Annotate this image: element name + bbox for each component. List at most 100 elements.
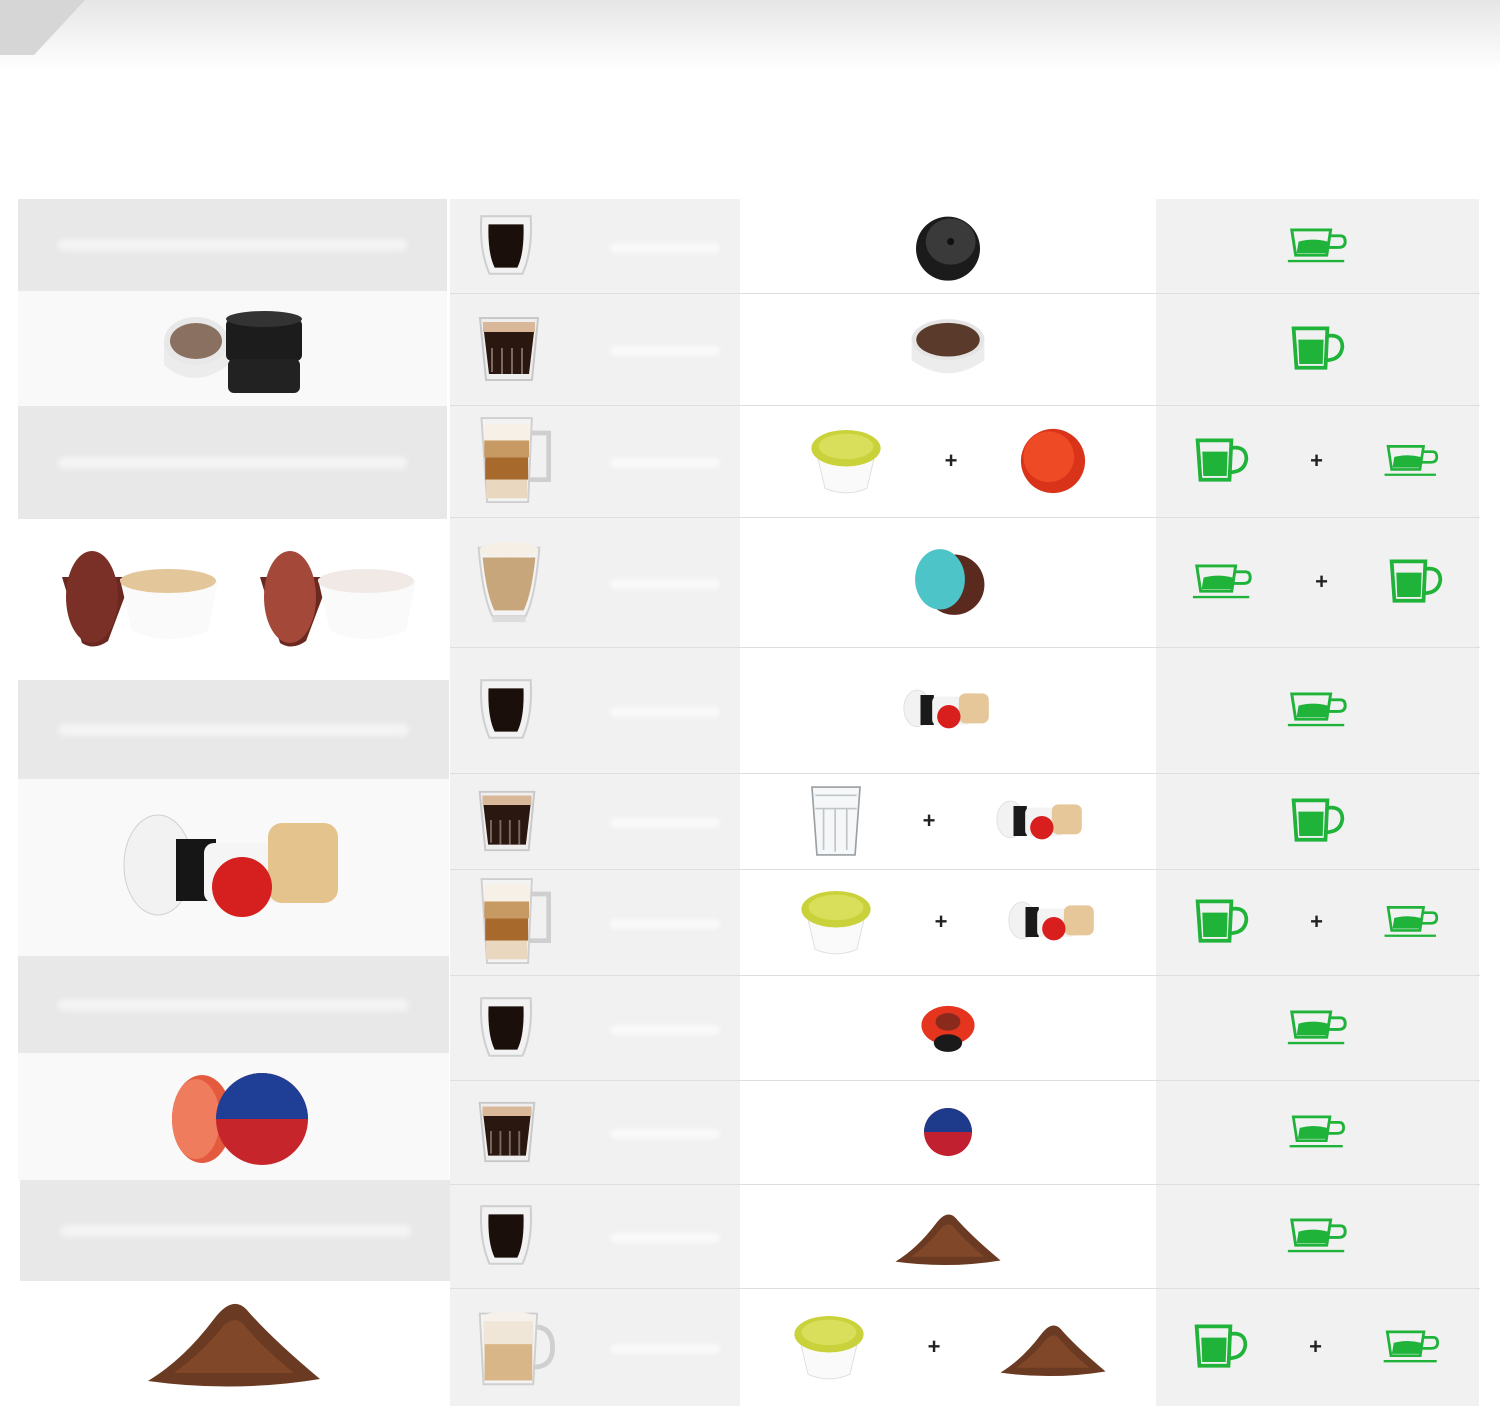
nespresso-adapter-icon <box>118 813 348 923</box>
drink-cell <box>450 1288 740 1406</box>
dolce-gusto-adapter-icon <box>48 537 428 657</box>
mug-icon <box>1386 557 1446 607</box>
blurred-drink-label <box>610 346 720 356</box>
cup-cell <box>1156 1184 1479 1288</box>
blurred-drink-label <box>610 919 720 929</box>
capsule-cell <box>740 647 1156 773</box>
blue-red-capsule-icon <box>918 1101 978 1163</box>
plus-sign: + <box>1310 909 1323 934</box>
blurred-drink-label <box>610 1344 720 1354</box>
adapter-panel-10 <box>20 1281 451 1406</box>
cup-cell: + <box>1156 869 1479 975</box>
cup-cell <box>1156 773 1479 869</box>
adapter-panel-5 <box>18 680 449 779</box>
drink-cell <box>450 773 740 869</box>
blurred-label <box>60 1224 411 1237</box>
red-capsule-icon <box>1015 423 1091 499</box>
milk-capsule-icon <box>805 424 887 498</box>
nespresso-capsules-icon <box>1005 897 1101 947</box>
drink-cell <box>450 647 740 773</box>
ground-coffee-icon <box>998 1316 1108 1378</box>
blurred-label <box>58 239 407 251</box>
blurred-drink-label <box>610 458 720 468</box>
drink-cell <box>450 517 740 647</box>
mug-icon <box>1191 1322 1251 1372</box>
short-glass-icon <box>474 786 540 856</box>
latte-glass-icon <box>474 413 558 509</box>
drink-cell <box>450 1080 740 1184</box>
capsule-cell <box>740 199 1156 293</box>
capsule-cell <box>740 975 1156 1080</box>
drink-cell <box>450 869 740 975</box>
capsule-cell: + <box>740 405 1156 517</box>
espresso-cup-icon <box>1380 1325 1444 1369</box>
water-glass-icon <box>807 782 865 860</box>
cup-cell <box>1156 975 1479 1080</box>
cup-cell: + <box>1156 405 1479 517</box>
ese-adapter-icon <box>148 299 318 399</box>
adapter-panel-7 <box>18 956 449 1053</box>
teal-capsule-icon <box>908 542 988 622</box>
espresso-cup-icon <box>1284 224 1352 268</box>
capsule-cell <box>740 1080 1156 1184</box>
espresso-cup-icon <box>1284 1214 1352 1258</box>
lavazza-black-pod-icon <box>908 206 988 286</box>
capsule-cell: + <box>740 869 1156 975</box>
top-banner <box>0 0 1500 70</box>
cup-cell: + <box>1156 517 1479 647</box>
ground-coffee-icon <box>893 1205 1003 1267</box>
plus-sign: + <box>944 448 958 473</box>
milk-capsule-icon <box>788 1310 870 1384</box>
drink-cell <box>450 199 740 293</box>
blurred-label <box>58 723 409 736</box>
adapter-panel-1 <box>18 199 447 291</box>
banner-tab <box>0 0 85 55</box>
drink-cell <box>450 975 740 1080</box>
blurred-drink-label <box>610 818 720 828</box>
capsule-cell: + <box>740 773 1156 869</box>
ground-coffee-pile-icon <box>144 1289 324 1389</box>
nespresso-capsules-icon <box>993 796 1089 846</box>
drink-cell <box>450 1184 740 1288</box>
espresso-glass-icon <box>474 210 538 282</box>
espresso-cup-icon <box>1381 900 1443 944</box>
plus-sign: + <box>927 1334 941 1359</box>
cup-cell <box>1156 647 1479 773</box>
adapter-panel-6 <box>18 779 449 956</box>
espresso-glass-icon <box>474 674 538 746</box>
red-lavazza-capsule-icon <box>917 997 979 1059</box>
plus-sign: + <box>1315 569 1328 594</box>
espresso-glass-icon <box>474 992 538 1064</box>
latte-glass-icon <box>474 875 558 969</box>
cup-cell <box>1156 293 1479 405</box>
capsule-cell <box>740 1184 1156 1288</box>
drink-cell <box>450 293 740 405</box>
mug-icon <box>1192 897 1252 947</box>
cup-cell <box>1156 1080 1479 1184</box>
plus-sign: + <box>922 808 936 833</box>
mug-icon <box>1288 796 1348 846</box>
cup-cell: + <box>1156 1288 1479 1406</box>
plus-sign: + <box>1310 448 1323 473</box>
espresso-cup-icon <box>1284 688 1352 732</box>
capsule-cell <box>740 517 1156 647</box>
nespresso-capsules-icon <box>900 685 996 735</box>
cappuccino-glass-icon <box>474 538 544 626</box>
short-glass-icon <box>474 1097 540 1167</box>
blurred-drink-label <box>610 579 720 589</box>
espresso-cup-icon <box>1189 560 1257 604</box>
blurred-drink-label <box>610 1024 720 1035</box>
espresso-cup-icon <box>1381 439 1443 483</box>
drink-cell <box>450 405 740 517</box>
capsule-cell: + <box>740 1288 1156 1406</box>
cup-cell <box>1156 199 1479 293</box>
adapter-panel-9 <box>20 1180 451 1281</box>
capsule-cell <box>740 293 1156 405</box>
adapter-panel-8 <box>18 1053 449 1180</box>
blurred-drink-label <box>610 707 720 717</box>
espresso-cup-icon <box>1284 1006 1352 1050</box>
mug-icon <box>1192 436 1252 486</box>
adapter-panel-3 <box>18 406 447 519</box>
blurred-drink-label <box>610 243 720 253</box>
espresso-cup-icon <box>1286 1109 1350 1155</box>
